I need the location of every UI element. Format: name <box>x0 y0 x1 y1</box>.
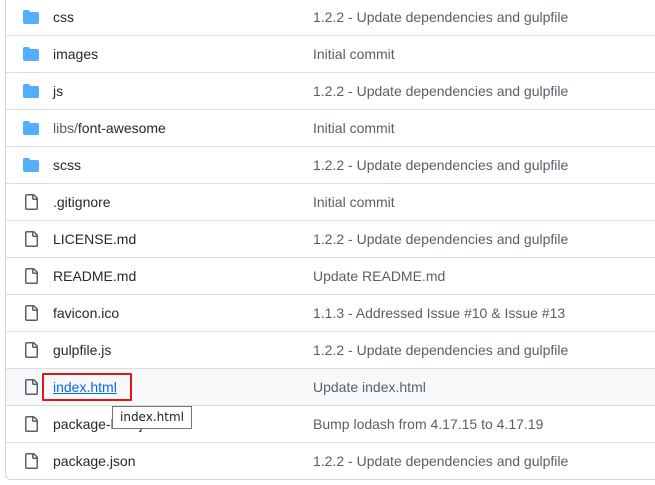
file-row-readme[interactable]: README.md Update README.md <box>6 257 655 294</box>
folder-icon <box>23 83 39 99</box>
file-icon <box>23 416 39 432</box>
file-icon <box>23 342 39 358</box>
file-icon <box>23 379 39 395</box>
file-row-scss[interactable]: scss 1.2.2 - Update dependencies and gul… <box>6 146 655 183</box>
file-name-link[interactable]: images <box>53 44 98 64</box>
commit-message-link[interactable]: 1.2.2 - Update dependencies and gulpfile <box>313 155 568 175</box>
file-row-images[interactable]: images Initial commit <box>6 35 655 72</box>
commit-message-link[interactable]: Initial commit <box>313 192 395 212</box>
file-name-link[interactable]: .gitignore <box>53 192 111 212</box>
path-leaf: font-awesome <box>77 120 166 136</box>
file-row-gitignore[interactable]: .gitignore Initial commit <box>6 183 655 220</box>
commit-message-link[interactable]: 1.2.2 - Update dependencies and gulpfile <box>313 451 568 471</box>
file-name-link[interactable]: scss <box>53 155 81 175</box>
file-icon <box>23 231 39 247</box>
folder-icon <box>23 120 39 136</box>
commit-message-link[interactable]: Initial commit <box>313 44 395 64</box>
file-row-license[interactable]: LICENSE.md 1.2.2 - Update dependencies a… <box>6 220 655 257</box>
commit-message-link[interactable]: 1.2.2 - Update dependencies and gulpfile <box>313 7 568 27</box>
file-name-link[interactable]: libs/font-awesome <box>53 118 166 138</box>
file-icon <box>23 268 39 284</box>
file-name-link[interactable]: css <box>53 7 74 27</box>
file-row-package-lock[interactable]: package-lock.json Bump lodash from 4.17.… <box>6 405 655 442</box>
folder-icon <box>23 46 39 62</box>
folder-icon <box>23 9 39 25</box>
commit-message-link[interactable]: Initial commit <box>313 118 395 138</box>
file-row-favicon[interactable]: favicon.ico 1.1.3 - Addressed Issue #10 … <box>6 294 655 331</box>
file-name-link[interactable]: LICENSE.md <box>53 229 136 249</box>
path-prefix: libs/ <box>53 120 78 136</box>
folder-icon <box>23 157 39 173</box>
file-icon <box>23 194 39 210</box>
file-row-index-html[interactable]: index.html Update index.html <box>6 368 655 405</box>
file-name-link[interactable]: favicon.ico <box>53 303 119 323</box>
filename-tooltip: index.html <box>112 406 192 429</box>
commit-message-link[interactable]: Update index.html <box>313 377 426 397</box>
file-row-gulpfile[interactable]: gulpfile.js 1.2.2 - Update dependencies … <box>6 331 655 368</box>
commit-message-link[interactable]: 1.1.3 - Addressed Issue #10 & Issue #13 <box>313 303 565 323</box>
commit-message-link[interactable]: 1.2.2 - Update dependencies and gulpfile <box>313 81 568 101</box>
file-row-js[interactable]: js 1.2.2 - Update dependencies and gulpf… <box>6 72 655 109</box>
file-list: css 1.2.2 - Update dependencies and gulp… <box>5 0 655 480</box>
file-name-link[interactable]: package.json <box>53 451 136 471</box>
file-row-package-json[interactable]: package.json 1.2.2 - Update dependencies… <box>6 442 655 479</box>
file-row-libs-font-awesome[interactable]: libs/font-awesome Initial commit <box>6 109 655 146</box>
file-row-css[interactable]: css 1.2.2 - Update dependencies and gulp… <box>6 0 655 35</box>
commit-message-link[interactable]: 1.2.2 - Update dependencies and gulpfile <box>313 340 568 360</box>
file-icon <box>23 453 39 469</box>
file-name-link[interactable]: js <box>53 81 63 101</box>
file-name-link[interactable]: gulpfile.js <box>53 340 111 360</box>
commit-message-link[interactable]: Update README.md <box>313 266 445 286</box>
file-name-link[interactable]: index.html <box>53 377 117 397</box>
file-icon <box>23 305 39 321</box>
commit-message-link[interactable]: 1.2.2 - Update dependencies and gulpfile <box>313 229 568 249</box>
commit-message-link[interactable]: Bump lodash from 4.17.15 to 4.17.19 <box>313 414 543 434</box>
file-name-link[interactable]: README.md <box>53 266 136 286</box>
